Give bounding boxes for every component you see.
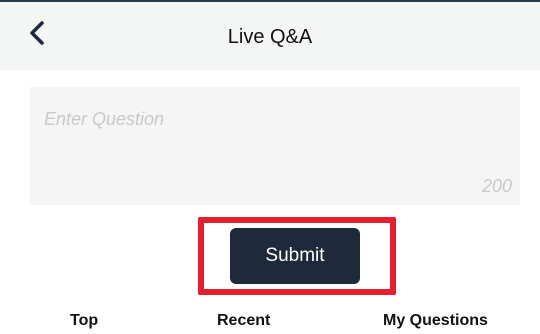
live-qa-screen: Live Q&A 200 Submit Top Recent My Questi… [0,0,540,334]
header-bar: Live Q&A [0,0,540,70]
tab-top[interactable]: Top [70,312,98,330]
page-title: Live Q&A [227,26,313,48]
chevron-left-icon [28,20,46,51]
tab-recent[interactable]: Recent [217,312,270,330]
tab-my-questions[interactable]: My Questions [383,312,488,330]
question-tabs: Top Recent My Questions [0,312,540,334]
character-limit-counter: 200 [481,176,512,196]
question-input[interactable] [30,87,520,205]
submit-button[interactable]: Submit [230,228,360,284]
back-button[interactable] [22,20,52,50]
